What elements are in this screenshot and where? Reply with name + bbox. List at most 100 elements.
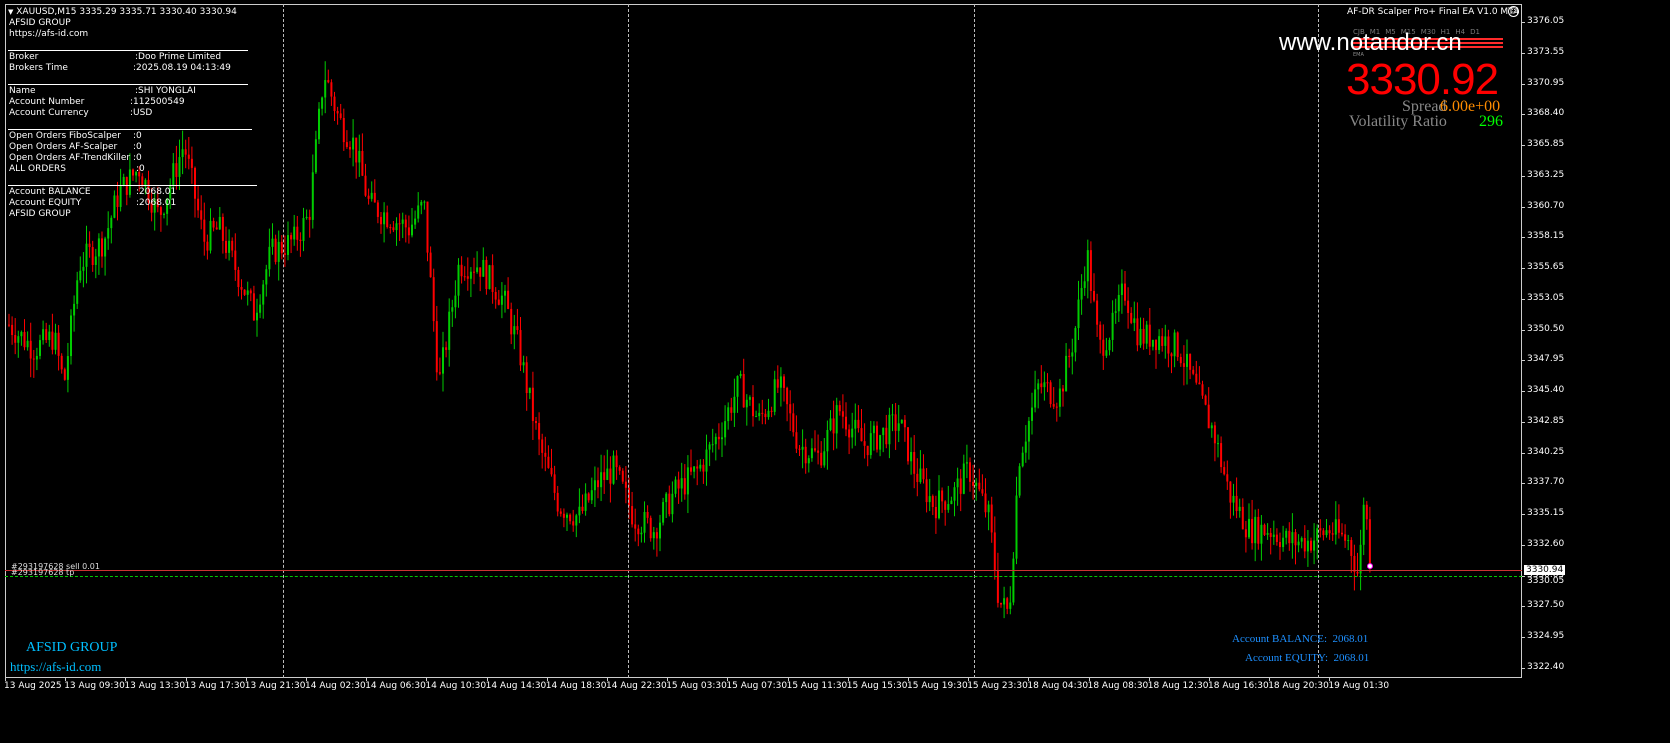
- candle-body: [786, 387, 789, 405]
- price-tick-mark: [1522, 637, 1525, 638]
- candle-body: [1288, 530, 1291, 544]
- candle-body: [553, 474, 556, 493]
- candle-body: [528, 387, 531, 394]
- candle-body: [206, 241, 209, 251]
- candle-body: [603, 472, 606, 480]
- candle-body: [993, 532, 996, 571]
- candle-body: [48, 331, 51, 341]
- candle-body: [801, 446, 804, 450]
- candle-body: [82, 266, 85, 271]
- account-currency-value: :USD: [130, 108, 153, 118]
- candle-body: [1328, 530, 1331, 534]
- candle-body: [26, 340, 29, 348]
- candle-body: [925, 479, 928, 503]
- time-axis[interactable]: 13 Aug 2025 13 Aug 09:30 13 Aug 13:30 13 Au…: [0, 678, 1522, 698]
- chart-menu-icon[interactable]: ▼: [8, 8, 13, 16]
- time-tick-mark: [1329, 678, 1331, 681]
- candle-body: [246, 290, 249, 295]
- price-tick-mark: [1522, 544, 1525, 546]
- candle-body: [1015, 495, 1018, 559]
- candle-body: [996, 570, 999, 603]
- candle-body: [88, 243, 91, 248]
- candle-body: [237, 269, 240, 288]
- candle-body: [947, 504, 950, 510]
- candle-body: [491, 265, 494, 292]
- candle-body: [978, 482, 981, 490]
- time-tick-mark: [306, 678, 307, 681]
- time-tick-label: 15 Aug 03:30: [666, 681, 727, 691]
- candle-body: [965, 462, 968, 464]
- price-tick-label: 3368.40: [1527, 108, 1565, 119]
- symbol-line: XAUUSD,M15 3335.29 3335.71 3330.40 3330.…: [16, 7, 237, 17]
- candle-body: [820, 452, 823, 466]
- price-tick-mark: [1522, 421, 1525, 423]
- candle-body: [758, 412, 761, 417]
- candle-body: [66, 356, 69, 380]
- time-tick-label: 15 Aug 23:30: [967, 681, 1028, 691]
- candle-body: [497, 299, 500, 305]
- candle-body: [621, 470, 624, 482]
- candle-body: [1319, 528, 1322, 531]
- tp-order-label[interactable]: #293197628 tp: [11, 567, 74, 578]
- candle-body: [485, 259, 488, 290]
- candle-body: [184, 149, 187, 155]
- price-axis[interactable]: 3376.05 3373.55 3370.95 3368.40 3365.85 3363.…: [1522, 0, 1670, 743]
- candle-body: [500, 295, 503, 305]
- candle-body: [107, 228, 110, 239]
- candle-body: [463, 276, 466, 278]
- candle-body: [274, 238, 277, 262]
- price-tick-mark: [1522, 114, 1525, 116]
- price-tick-label: 3332.60: [1527, 538, 1565, 549]
- candle-body: [507, 290, 510, 309]
- candle-body: [178, 157, 181, 177]
- candle-body: [23, 332, 26, 348]
- candle-body: [392, 227, 395, 231]
- candle-body: [1114, 311, 1117, 313]
- time-tick-mark: [1269, 678, 1271, 681]
- candle-body: [1148, 324, 1151, 347]
- candle-body: [795, 432, 798, 449]
- candle-body: [1012, 558, 1015, 603]
- price-tick-label: 3370.95: [1527, 77, 1565, 88]
- candle-body: [1294, 532, 1297, 546]
- candle-body: [835, 405, 838, 434]
- all-orders-label: ALL ORDERS: [9, 164, 66, 174]
- candle-body: [618, 467, 621, 471]
- candle-body: [60, 355, 63, 370]
- candle-body: [1151, 339, 1154, 347]
- candle-body: [764, 413, 767, 418]
- tp-line[interactable]: [5, 576, 1522, 577]
- candle-body: [841, 411, 844, 417]
- candle-body: [1083, 281, 1086, 288]
- candle-body: [1086, 250, 1089, 282]
- candle-body: [218, 216, 221, 230]
- candle-body: [73, 303, 76, 316]
- divider: [8, 50, 248, 51]
- candle-body: [417, 205, 420, 219]
- candle-body: [848, 429, 851, 438]
- price-tick-mark: [1522, 667, 1525, 669]
- candle-body: [1241, 506, 1244, 530]
- price-tick-label: 3360.70: [1527, 200, 1565, 211]
- candle-body: [1173, 332, 1176, 357]
- candle-body: [693, 466, 696, 472]
- candle-body: [426, 201, 429, 253]
- time-tick-label: 13 Aug 13:30: [124, 681, 186, 691]
- time-tick-mark: [245, 678, 247, 681]
- candle-body: [1089, 250, 1092, 291]
- candle-body: [1127, 300, 1130, 313]
- candle-body: [45, 329, 48, 341]
- candle-body: [885, 427, 888, 445]
- time-tick-label: 18 Aug 20:30: [1268, 681, 1329, 691]
- candle-body: [1322, 530, 1325, 536]
- candle-body: [63, 369, 66, 380]
- price-tick-mark: [1522, 237, 1525, 239]
- time-tick-label: 15 Aug 15:30: [846, 681, 908, 691]
- candle-body: [54, 332, 57, 350]
- candle-body: [674, 479, 677, 494]
- candle-body: [364, 175, 367, 196]
- candle-body: [578, 506, 581, 516]
- candle-body: [1213, 425, 1216, 444]
- price-tick-label: 3340.25: [1527, 446, 1565, 457]
- candle-body: [770, 410, 773, 412]
